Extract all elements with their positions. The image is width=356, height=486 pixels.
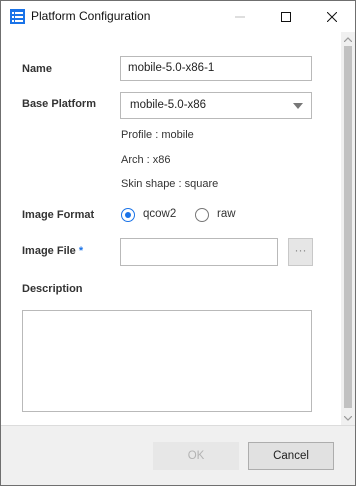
chevron-up-icon [344, 36, 352, 42]
name-label: Name [22, 63, 52, 75]
base-platform-value: mobile-5.0-x86 [130, 99, 207, 111]
maximize-button[interactable] [263, 1, 309, 32]
radio-raw[interactable] [195, 208, 209, 222]
arch-info: Arch : x86 [121, 154, 171, 166]
radio-qcow2[interactable] [121, 208, 135, 222]
ok-button[interactable]: OK [153, 442, 239, 470]
window-title: Platform Configuration [31, 9, 151, 23]
dialog-footer: OK Cancel [1, 425, 355, 485]
maximize-icon [281, 11, 291, 22]
close-button[interactable] [309, 1, 355, 32]
chevron-down-icon [344, 415, 352, 421]
minimize-button[interactable] [217, 1, 263, 32]
form-area: Name mobile-5.0-x86-1 Base Platform mobi… [1, 32, 341, 425]
scroll-down-button[interactable] [341, 411, 355, 425]
image-format-label: Image Format [22, 209, 95, 221]
radio-qcow2-label[interactable]: qcow2 [143, 208, 176, 220]
base-platform-label: Base Platform [22, 98, 96, 110]
image-file-input[interactable] [120, 238, 278, 266]
radio-raw-label[interactable]: raw [217, 208, 236, 220]
list-icon [10, 9, 25, 24]
description-label: Description [22, 283, 83, 295]
close-icon [327, 11, 337, 22]
skin-shape-info: Skin shape : square [121, 178, 219, 190]
platform-configuration-dialog: Platform Configuration Name mobile-5.0-x… [0, 0, 356, 486]
title-bar[interactable]: Platform Configuration [1, 1, 355, 32]
required-marker: * [78, 245, 84, 257]
name-input[interactable]: mobile-5.0-x86-1 [120, 56, 312, 81]
description-textarea[interactable] [22, 310, 312, 412]
base-platform-select[interactable]: mobile-5.0-x86 [120, 92, 312, 119]
minimize-icon [235, 16, 245, 17]
image-file-label-text: Image File [22, 245, 76, 257]
profile-info: Profile : mobile [121, 129, 194, 141]
scroll-thumb[interactable] [344, 46, 352, 408]
browse-button[interactable]: ··· [288, 238, 313, 266]
cancel-button[interactable]: Cancel [248, 442, 334, 470]
vertical-scrollbar[interactable] [341, 32, 355, 425]
chevron-down-icon [293, 103, 303, 109]
image-file-label: Image File * [22, 245, 83, 257]
scroll-up-button[interactable] [341, 32, 355, 46]
